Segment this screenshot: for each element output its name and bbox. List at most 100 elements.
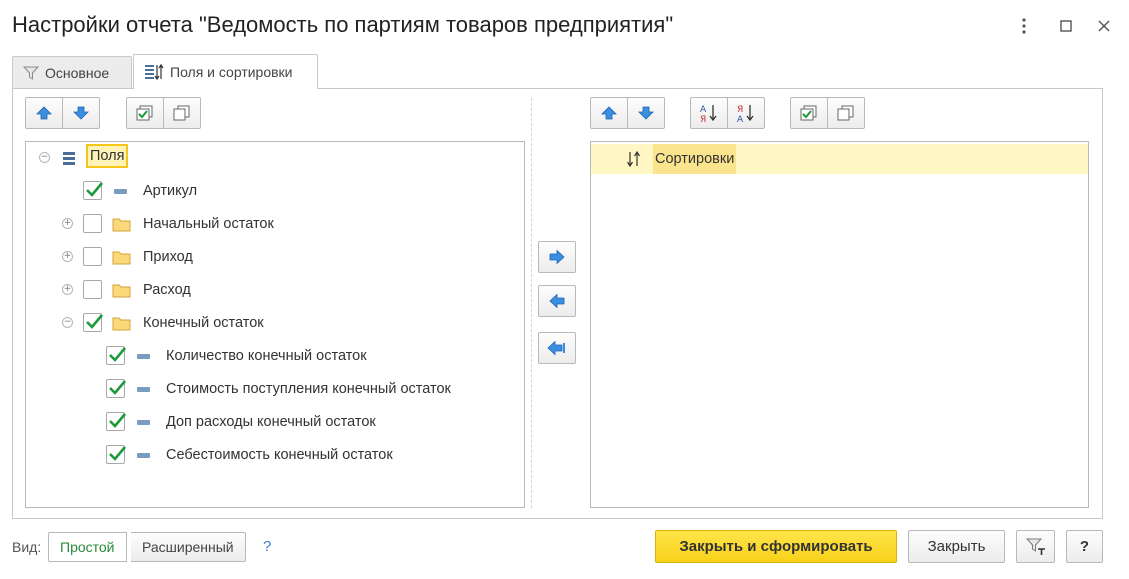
check-all-icon xyxy=(136,105,153,121)
move-up-button[interactable] xyxy=(25,97,63,129)
item-label: Приход xyxy=(143,249,193,265)
list-item[interactable]: − Конечный остаток xyxy=(26,309,524,337)
view-extended-button[interactable]: Расширенный xyxy=(131,532,246,562)
item-label: Артикул xyxy=(143,183,198,199)
checkbox[interactable] xyxy=(83,214,102,233)
folder-icon xyxy=(112,249,131,269)
check-all-button[interactable] xyxy=(126,97,164,129)
arrow-left-icon xyxy=(549,294,565,308)
fields-move-toolbar xyxy=(25,97,100,129)
item-label: Себестоимость конечный остаток xyxy=(166,447,393,463)
tree-root-row[interactable]: − Поля xyxy=(26,144,524,172)
help-button[interactable]: ? xyxy=(1066,530,1103,563)
item-label: Расход xyxy=(143,282,191,298)
list-item[interactable]: Стоимость поступления конечный остаток xyxy=(26,375,524,403)
checkbox[interactable] xyxy=(83,247,102,266)
pane-divider[interactable] xyxy=(531,98,532,508)
view-simple-button[interactable]: Простой xyxy=(48,532,127,562)
window-title: Настройки отчета "Ведомость по партиям т… xyxy=(12,12,674,37)
sort-ascending-button[interactable]: А Я xyxy=(690,97,728,129)
folder-icon xyxy=(112,282,131,302)
field-icon xyxy=(137,387,150,392)
item-label: Начальный остаток xyxy=(143,216,274,232)
item-label: Конечный остаток xyxy=(143,315,264,331)
sort-root-label: Сортировки xyxy=(653,144,737,174)
svg-text:Я: Я xyxy=(737,105,743,115)
sort-descending-icon: Я А xyxy=(737,105,754,123)
sort-move-toolbar xyxy=(590,97,665,129)
fields-tree[interactable]: − Поля Артикул + Начальный остаток + При… xyxy=(25,141,525,508)
expand-icon[interactable]: + xyxy=(62,251,73,262)
sort-icon xyxy=(626,150,642,172)
list-item[interactable]: + Приход xyxy=(26,243,524,271)
view-help-link[interactable]: ? xyxy=(263,538,271,555)
folder-icon xyxy=(112,315,131,335)
checkbox[interactable] xyxy=(106,379,126,398)
field-icon xyxy=(137,354,150,359)
remove-all-sort-fields-button[interactable] xyxy=(538,332,576,364)
item-label: Стоимость поступления конечный остаток xyxy=(166,381,451,397)
check-all-icon xyxy=(800,105,817,121)
sort-uncheck-all-button[interactable] xyxy=(827,97,865,129)
folder-icon xyxy=(112,216,131,236)
field-icon xyxy=(137,420,150,425)
arrow-right-icon xyxy=(549,250,565,264)
svg-text:Я: Я xyxy=(700,115,706,123)
sort-direction-toolbar: А Я Я А xyxy=(690,97,765,129)
close-button[interactable]: Закрыть xyxy=(908,530,1005,563)
move-down-button[interactable] xyxy=(62,97,100,129)
list-item[interactable]: + Расход xyxy=(26,276,524,304)
list-item[interactable]: + Начальный остаток xyxy=(26,210,524,238)
sort-root-row[interactable]: Сортировки xyxy=(591,144,1088,174)
filter-settings-icon xyxy=(1025,538,1045,555)
field-icon xyxy=(137,453,150,458)
fields-sort-icon xyxy=(144,63,164,81)
tab-fields-sort[interactable]: Поля и сортировки xyxy=(133,54,318,89)
fields-root-label: Поля xyxy=(86,144,129,168)
list-item[interactable]: Количество конечный остаток xyxy=(26,342,524,370)
checkbox[interactable] xyxy=(106,445,126,464)
checkbox[interactable] xyxy=(106,412,126,431)
sort-move-down-button[interactable] xyxy=(627,97,665,129)
tab-main-label: Основное xyxy=(45,64,110,81)
collapse-icon[interactable]: − xyxy=(39,152,50,163)
arrow-left-all-icon xyxy=(547,341,565,355)
close-icon[interactable] xyxy=(1092,14,1116,38)
list-item[interactable]: Себестоимость конечный остаток xyxy=(26,441,524,469)
list-item[interactable]: Артикул xyxy=(26,177,524,205)
tab-fields-sort-label: Поля и сортировки xyxy=(170,64,293,80)
sort-descending-button[interactable]: Я А xyxy=(727,97,765,129)
uncheck-all-icon xyxy=(173,105,190,121)
fields-check-toolbar xyxy=(126,97,201,129)
arrow-up-icon xyxy=(36,106,52,120)
item-label: Доп расходы конечный остаток xyxy=(166,414,376,430)
remove-sort-field-button[interactable] xyxy=(538,285,576,317)
item-label: Количество конечный остаток xyxy=(166,348,367,364)
svg-text:А: А xyxy=(700,105,707,115)
sort-check-toolbar xyxy=(790,97,865,129)
uncheck-all-icon xyxy=(837,105,854,121)
collapse-icon[interactable]: − xyxy=(62,317,73,328)
tab-main[interactable]: Основное xyxy=(12,56,132,88)
checkbox[interactable] xyxy=(106,346,126,365)
checkbox[interactable] xyxy=(83,181,103,200)
expand-icon[interactable]: + xyxy=(62,284,73,295)
sort-move-up-button[interactable] xyxy=(590,97,628,129)
checkbox[interactable] xyxy=(83,280,102,299)
sort-check-all-button[interactable] xyxy=(790,97,828,129)
field-icon xyxy=(114,189,127,194)
maximize-icon[interactable] xyxy=(1054,14,1078,38)
list-item[interactable]: Доп расходы конечный остаток xyxy=(26,408,524,436)
view-label: Вид: xyxy=(12,539,42,555)
sort-tree[interactable]: Сортировки xyxy=(590,141,1089,508)
add-sort-field-button[interactable] xyxy=(538,241,576,273)
sort-ascending-icon: А Я xyxy=(700,105,717,123)
expand-icon[interactable]: + xyxy=(62,218,73,229)
fields-root-icon xyxy=(62,151,76,171)
uncheck-all-button[interactable] xyxy=(163,97,201,129)
more-menu-icon[interactable] xyxy=(1012,14,1036,38)
filter-settings-button[interactable] xyxy=(1016,530,1055,563)
close-and-generate-button[interactable]: Закрыть и сформировать xyxy=(655,530,897,563)
arrow-down-icon xyxy=(73,106,89,120)
checkbox[interactable] xyxy=(83,313,103,332)
